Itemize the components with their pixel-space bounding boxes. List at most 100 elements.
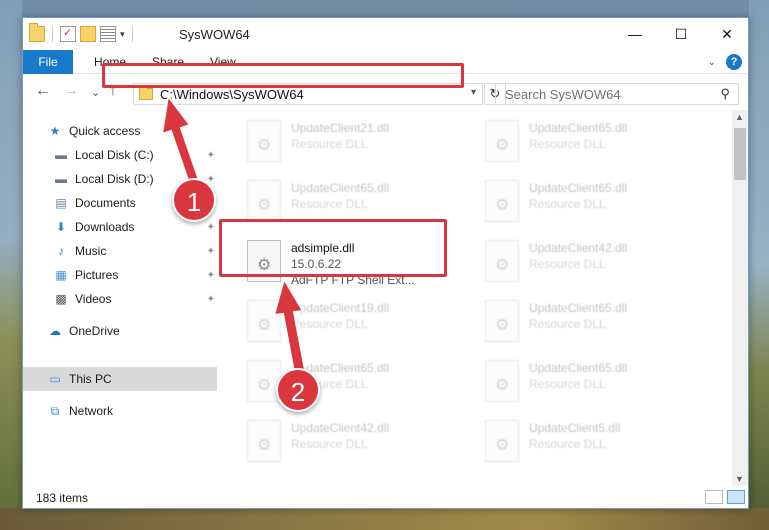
file-type: Resource DLL: [291, 137, 368, 151]
chevron-down-icon[interactable]: ▾: [471, 87, 476, 98]
file-item[interactable]: UpdateClient5.dll Resource DLL: [479, 416, 707, 470]
file-item[interactable]: UpdateClient65.dll Resource DLL: [479, 296, 707, 350]
new-folder-icon[interactable]: [80, 26, 96, 42]
file-type: Resource DLL: [529, 377, 606, 391]
address-path: C:\Windows\SysWOW64: [160, 86, 304, 102]
sidebar-item-onedrive[interactable]: ☁ OneDrive: [23, 320, 217, 342]
sidebar-item-videos[interactable]: ▩ Videos ✦: [23, 288, 217, 310]
scroll-up-icon[interactable]: ▲: [735, 112, 744, 122]
desktop-background-left: [0, 0, 22, 530]
dll-file-icon: [247, 120, 281, 162]
scrollbar-thumb[interactable]: [734, 128, 746, 180]
file-version: 15.0.6.22: [291, 257, 342, 271]
sidebar-item-quick-access[interactable]: ★ Quick access: [23, 120, 217, 142]
sidebar-item-label: Network: [69, 404, 114, 418]
file-item[interactable]: UpdateClient65.dll Resource DLL: [241, 356, 469, 410]
tab-share[interactable]: Share: [140, 50, 196, 74]
file-item[interactable]: UpdateClient42.dll Resource DLL: [241, 416, 469, 470]
title-bar: ▾ SysWOW64 — ☐ ✕: [23, 18, 748, 50]
maximize-button[interactable]: ☐: [658, 18, 704, 50]
help-icon[interactable]: ?: [726, 54, 742, 70]
qat-dropdown-icon[interactable]: ▾: [120, 29, 125, 40]
search-input[interactable]: Search SysWOW64 ⚲: [495, 83, 739, 105]
file-type: Resource DLL: [529, 137, 606, 151]
sidebar-item-music[interactable]: ♪ Music ✦: [23, 240, 217, 262]
file-list: UpdateClient21.dll Resource DLL UpdateCl…: [217, 110, 735, 486]
forward-button[interactable]: →: [63, 82, 79, 100]
pin-icon[interactable]: ✦: [207, 270, 215, 281]
documents-icon: ▤: [55, 196, 67, 210]
file-name: UpdateClient42.dll: [291, 421, 390, 435]
file-name: UpdateClient42.dll: [529, 241, 628, 255]
file-type: Resource DLL: [529, 257, 606, 271]
tab-home[interactable]: Home: [82, 50, 138, 74]
network-icon: ⧉: [50, 403, 60, 418]
file-type: Resource DLL: [529, 197, 606, 211]
drive-icon: ▬: [55, 172, 67, 186]
folder-icon: [139, 85, 153, 100]
navigation-pane: ★ Quick access ▬ Local Disk (C:) ✦ ▬ Loc…: [23, 110, 217, 486]
desktop-background-right: [749, 0, 769, 530]
pin-icon[interactable]: ✦: [207, 246, 215, 257]
vertical-scrollbar[interactable]: ▲ ▼: [732, 110, 748, 486]
quick-access-toolbar: ▾: [29, 23, 136, 42]
sidebar-item-label: Quick access: [69, 124, 141, 138]
sidebar-item-label: Documents: [75, 196, 136, 210]
back-button[interactable]: ←: [35, 82, 51, 100]
pin-icon[interactable]: ✦: [207, 294, 215, 305]
download-icon: ⬇: [55, 220, 67, 234]
file-item[interactable]: UpdateClient65.dll Resource DLL: [241, 176, 469, 230]
up-button[interactable]: ↑: [109, 82, 117, 100]
star-icon: ★: [49, 124, 61, 138]
computer-icon: ▭: [49, 372, 61, 386]
tiles-view-icon[interactable]: [727, 490, 745, 504]
sidebar-item-local-disk-c[interactable]: ▬ Local Disk (C:) ✦: [23, 144, 217, 166]
file-item[interactable]: UpdateClient21.dll Resource DLL: [241, 116, 469, 170]
cloud-icon: ☁: [49, 324, 61, 338]
toolbar-separator: [52, 26, 53, 42]
dll-file-icon: [485, 120, 519, 162]
address-bar[interactable]: C:\Windows\SysWOW64 ▾: [133, 83, 483, 105]
music-icon: ♪: [58, 244, 64, 258]
expand-ribbon-icon[interactable]: ⌄: [708, 57, 716, 68]
file-item[interactable]: UpdateClient65.dll Resource DLL: [479, 176, 707, 230]
recent-locations-button[interactable]: ⌄: [91, 86, 100, 99]
file-item[interactable]: UpdateClient19.dll Resource DLL: [241, 296, 469, 350]
sidebar-item-network[interactable]: ⧉ Network: [23, 400, 217, 422]
sidebar-item-this-pc[interactable]: ▭ This PC: [23, 367, 217, 391]
scroll-down-icon[interactable]: ▼: [735, 474, 744, 484]
dll-file-icon: [485, 420, 519, 462]
dll-file-icon: [247, 240, 281, 282]
details-view-icon[interactable]: [705, 490, 723, 504]
tab-file[interactable]: File: [23, 50, 73, 74]
close-button[interactable]: ✕: [704, 18, 748, 50]
file-item[interactable]: UpdateClient42.dll Resource DLL: [479, 236, 707, 290]
customize-icon[interactable]: [100, 26, 116, 42]
file-name: UpdateClient21.dll: [291, 121, 390, 135]
pictures-icon: ▦: [55, 268, 67, 282]
file-name: UpdateClient65.dll: [529, 181, 628, 195]
file-item[interactable]: UpdateClient65.dll Resource DLL: [479, 356, 707, 410]
properties-icon[interactable]: [60, 26, 76, 42]
sidebar-item-label: This PC: [69, 372, 112, 386]
file-type: Resource DLL: [291, 317, 368, 331]
search-icon: ⚲: [720, 86, 730, 101]
minimize-button[interactable]: —: [612, 18, 658, 50]
file-explorer-window: ▾ SysWOW64 — ☐ ✕ File Home Share View ⌄ …: [22, 17, 749, 509]
pin-icon[interactable]: ✦: [207, 222, 215, 233]
pin-icon[interactable]: ✦: [207, 150, 215, 161]
sidebar-item-label: Pictures: [75, 268, 119, 282]
sidebar-item-label: Music: [75, 244, 107, 258]
dll-file-icon: [485, 180, 519, 222]
dll-file-icon: [485, 240, 519, 282]
navigation-bar: ← → ⌄ ↑ C:\Windows\SysWOW64 ▾ ↻ Search S…: [23, 74, 748, 110]
file-item[interactable]: UpdateClient65.dll Resource DLL: [479, 116, 707, 170]
tab-view[interactable]: View: [198, 50, 248, 74]
dll-file-icon: [247, 420, 281, 462]
file-item-adsimple[interactable]: adsimple.dll 15.0.6.22 AdFTP FTP Shell E…: [241, 236, 469, 290]
file-name: UpdateClient65.dll: [529, 121, 628, 135]
sidebar-item-pictures[interactable]: ▦ Pictures ✦: [23, 264, 217, 286]
dll-file-icon: [247, 180, 281, 222]
status-bar: 183 items: [23, 486, 748, 508]
drive-icon: ▬: [55, 148, 67, 162]
